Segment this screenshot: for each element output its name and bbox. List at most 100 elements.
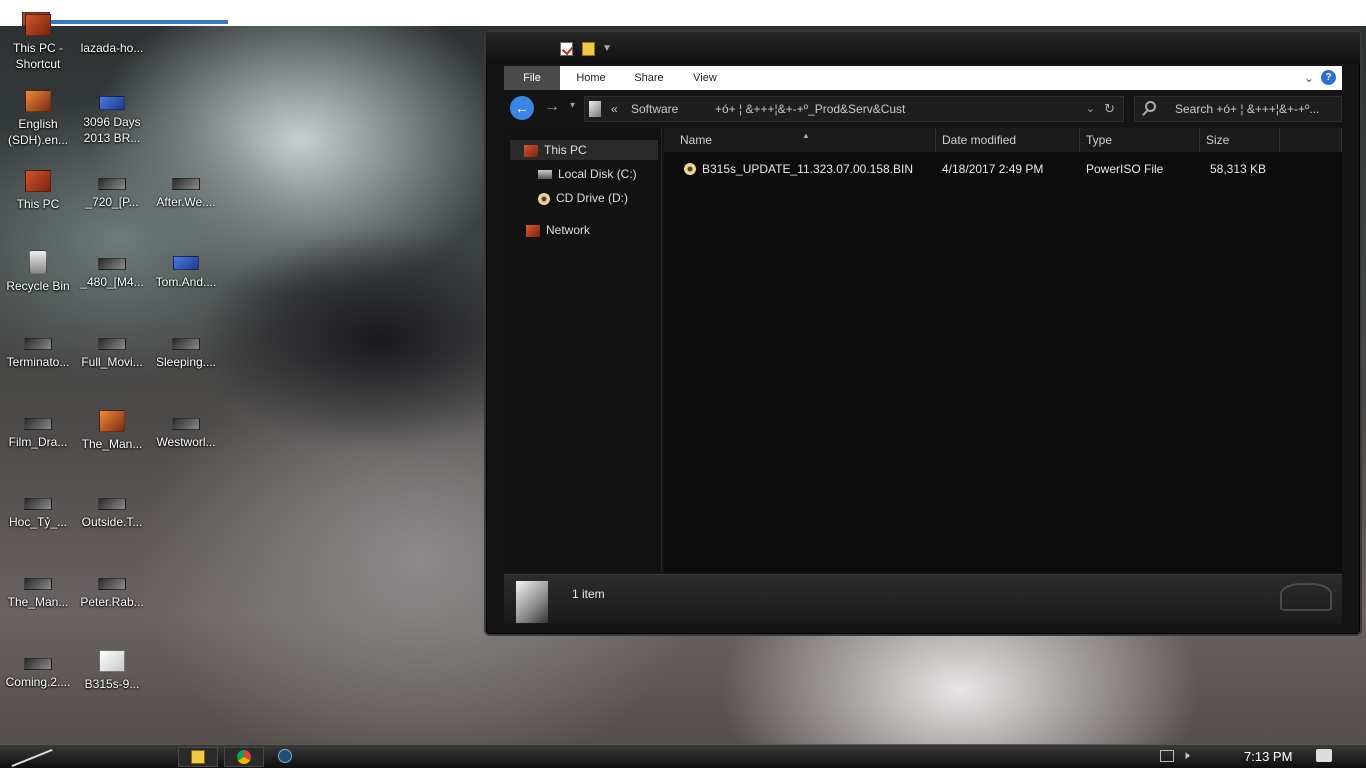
taskbar-file-explorer[interactable] <box>178 747 218 767</box>
desktop-icon-b315s[interactable]: B315s-9... <box>74 650 150 692</box>
desktop-icon-tom-and[interactable]: Tom.And.... <box>148 250 224 290</box>
folder-thumbnail-icon <box>516 581 548 623</box>
desktop-icon-full-movie[interactable]: Full_Movi... <box>74 330 150 370</box>
desktop-icon-this-pc-shortcut[interactable]: This PC - Shortcut <box>0 14 76 72</box>
sort-ascending-icon: ▲ <box>802 131 810 140</box>
column-header-date-modified[interactable]: Date modified <box>936 128 1080 152</box>
this-pc-icon <box>25 170 51 192</box>
desktop-icon-lazada[interactable]: lazada-ho... <box>74 14 150 56</box>
video-thumbnail-icon <box>98 258 126 270</box>
tab-home[interactable]: Home <box>566 66 616 90</box>
desktop-icon-label: The_Man... <box>7 595 69 609</box>
desktop-icon-the-man-1[interactable]: The_Man... <box>74 410 150 452</box>
desktop-icon-terminator[interactable]: Terminato... <box>0 330 76 370</box>
desktop-icon-recycle-bin[interactable]: Recycle Bin <box>0 250 76 294</box>
video-thumbnail-icon <box>172 418 200 430</box>
nav-item-label: Network <box>546 223 591 237</box>
desktop-icon-label: Full_Movi... <box>81 355 143 369</box>
navigation-pane: This PC Local Disk (C:) CD Drive (D:) Ne… <box>504 128 662 572</box>
new-folder-icon[interactable] <box>582 42 595 56</box>
tab-share[interactable]: Share <box>622 66 676 90</box>
nav-item-cd-drive[interactable]: CD Drive (D:) <box>538 188 628 208</box>
recycle-bin-icon <box>29 250 47 274</box>
help-icon[interactable]: ? <box>1321 70 1336 85</box>
title-bar[interactable]: ▼ <box>486 32 1360 64</box>
desktop-icon-label: Outside.T... <box>81 515 143 529</box>
search-icon <box>1145 101 1156 112</box>
chrome-icon <box>237 750 251 764</box>
navigation-bar: ← → ▾ « Software +ó+ ¦ &+++¦&+-+º_Prod&S… <box>504 94 1342 124</box>
chevron-down-icon[interactable]: ▼ <box>602 43 612 54</box>
nav-item-local-disk[interactable]: Local Disk (C:) <box>538 164 637 184</box>
desktop-icon-label: This PC <box>16 197 60 211</box>
desktop-icon-label: Sleeping.... <box>155 355 217 369</box>
volume-icon[interactable]: 🕨 <box>1182 748 1196 762</box>
nav-item-this-pc[interactable]: This PC <box>510 140 658 160</box>
disc-image-icon <box>684 163 696 175</box>
file-explorer-window: ▼ File Home Share View ⌄ ? ← → ▾ « Softw… <box>484 30 1362 636</box>
file-date-modified: 4/18/2017 2:49 PM <box>942 162 1044 176</box>
column-header-size[interactable]: Size <box>1200 128 1280 152</box>
desktop-icon-label: 3096 Days 2013 BR... <box>83 115 141 145</box>
expand-ribbon-icon[interactable]: ⌄ <box>1304 71 1314 85</box>
file-list: ▲ Name Date modified Type Size B315s_UPD… <box>664 128 1342 572</box>
taskbar-chrome[interactable] <box>224 747 264 767</box>
network-tray-icon[interactable] <box>1160 750 1174 762</box>
search-box[interactable]: Search +ó+ ¦ &+++¦&+-+º... <box>1134 96 1342 122</box>
file-icon <box>99 650 125 672</box>
file-row[interactable]: B315s_UPDATE_11.323.07.00.158.BIN 4/18/2… <box>664 158 1342 180</box>
desktop-icon-label: Recycle Bin <box>6 279 70 293</box>
subtitle-file-icon <box>25 90 51 112</box>
desktop-icon-peter-rabbit[interactable]: Peter.Rab... <box>74 570 150 610</box>
desktop-icon-3096-days[interactable]: 3096 Days 2013 BR... <box>74 90 150 146</box>
forward-button[interactable]: → <box>544 98 560 116</box>
desktop-icon-westworld[interactable]: Westworl... <box>148 410 224 450</box>
desktop-icon-label: Peter.Rab... <box>80 595 144 609</box>
desktop-icon-720p[interactable]: _720_[P... <box>74 170 150 210</box>
desktop-icon-sleeping[interactable]: Sleeping.... <box>148 330 224 370</box>
item-count: 1 item <box>572 587 605 601</box>
desktop-icon-coming[interactable]: Coming.2.... <box>0 650 76 690</box>
this-pc-shortcut-icon <box>25 14 51 36</box>
file-size: 58,313 KB <box>1210 162 1267 176</box>
tab-view[interactable]: View <box>680 66 730 90</box>
desktop-icon-english-sdh[interactable]: English (SDH).en... <box>0 90 76 148</box>
breadcrumb-current[interactable]: +ó+ ¦ &+++¦&+-+º_Prod&Serv&Cust <box>715 102 905 116</box>
desktop-icon-480[interactable]: _480_[M4... <box>74 250 150 290</box>
desktop-icon-label: This PC - Shortcut <box>12 41 63 71</box>
recent-locations-icon[interactable]: ▾ <box>570 100 575 111</box>
desktop-icon-film-dra[interactable]: Film_Dra... <box>0 410 76 450</box>
desktop-icon-label: The_Man... <box>81 437 143 451</box>
refresh-icon[interactable]: ↻ <box>1104 101 1115 117</box>
desktop-icon-label: English (SDH).en... <box>7 117 68 147</box>
nav-item-label: Local Disk (C:) <box>558 167 637 181</box>
video-thumbnail-icon <box>172 338 200 350</box>
nav-item-network[interactable]: Network <box>526 220 590 240</box>
location-icon <box>589 101 601 117</box>
address-bar[interactable]: « Software +ó+ ¦ &+++¦&+-+º_Prod&Serv&Cu… <box>584 96 1124 122</box>
nav-item-label: CD Drive (D:) <box>556 191 628 205</box>
video-thumbnail-icon <box>172 178 200 190</box>
rog-logo-icon <box>1280 583 1332 611</box>
desktop-icon-hoc-ty[interactable]: Hoc_Tỷ_... <box>0 490 76 530</box>
start-button[interactable] <box>6 747 58 767</box>
address-dropdown-icon[interactable]: ⌄ <box>1086 102 1095 115</box>
desktop-icon-label: Hoc_Tỷ_... <box>8 515 68 529</box>
action-center-icon[interactable] <box>1316 749 1332 762</box>
video-thumbnail-icon <box>98 178 126 190</box>
desktop-icon-this-pc[interactable]: This PC <box>0 170 76 212</box>
column-header-type[interactable]: Type <box>1080 128 1200 152</box>
video-thumbnail-icon <box>24 498 52 510</box>
breadcrumb-software[interactable]: Software <box>631 102 678 116</box>
properties-icon[interactable] <box>560 42 573 56</box>
tab-file[interactable]: File <box>504 66 560 90</box>
breadcrumb-overflow[interactable]: « <box>611 102 618 116</box>
column-header-name[interactable]: ▲ Name <box>664 128 936 152</box>
folder-icon <box>191 750 205 764</box>
desktop-icon-after-we[interactable]: After.We.... <box>148 170 224 210</box>
taskbar-steam[interactable] <box>270 747 300 767</box>
desktop-icon-the-man-2[interactable]: The_Man... <box>0 570 76 610</box>
desktop-icon-outside[interactable]: Outside.T... <box>74 490 150 530</box>
back-button[interactable]: ← <box>510 96 534 120</box>
taskbar-clock[interactable]: 7:13 PM <box>1244 749 1292 764</box>
